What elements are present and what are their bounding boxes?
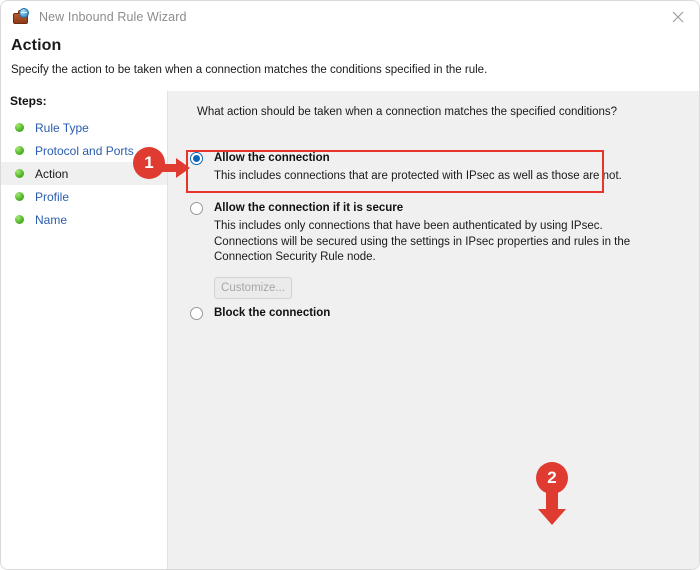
step-bullet-icon — [15, 169, 24, 178]
radio-option-allow-the-connection[interactable]: Allow the connection This includes conne… — [190, 151, 625, 185]
sidebar-item-label: Rule Type — [35, 120, 89, 135]
close-icon[interactable] — [655, 1, 699, 32]
title-bar: New Inbound Rule Wizard — [1, 1, 699, 32]
sidebar-item-profile[interactable]: Profile — [1, 185, 167, 208]
page-header: Action Specify the action to be taken wh… — [1, 32, 699, 91]
firewall-rule-icon — [12, 7, 30, 26]
annotation-badge-1: 1 — [133, 147, 165, 179]
radio-option-label: Allow the connection — [214, 152, 330, 164]
step-bullet-icon — [15, 146, 24, 155]
radio-option-block-the-connection[interactable]: Block the connection — [190, 306, 490, 320]
radio-option-label: Block the connection — [214, 307, 331, 319]
window-title: New Inbound Rule Wizard — [39, 9, 187, 24]
sidebar-item-label: Protocol and Ports — [35, 143, 134, 158]
sidebar-item-label: Name — [35, 212, 68, 227]
page-subtitle: Specify the action to be taken when a co… — [11, 64, 488, 76]
radio-option-allow-the-connection-if-it-is-secure[interactable]: Allow the connection if it is secure Thi… — [190, 201, 650, 299]
radio-option-description: This includes connections that are prote… — [214, 170, 622, 182]
steps-label: Steps: — [10, 94, 47, 108]
page-title: Action — [11, 37, 62, 54]
sidebar-item-name[interactable]: Name — [1, 208, 167, 231]
step-bullet-icon — [15, 215, 24, 224]
new-inbound-rule-wizard-window: New Inbound Rule Wizard Action Specify t… — [0, 0, 700, 570]
radio-block-the-connection[interactable] — [190, 307, 203, 320]
step-bullet-icon — [15, 192, 24, 201]
customize-button: Customize... — [214, 276, 292, 299]
content-panel: What action should be taken when a conne… — [168, 91, 699, 569]
annotation-badge-2: 2 — [536, 462, 568, 494]
radio-option-label: Allow the connection if it is secure — [214, 202, 404, 214]
sidebar-item-rule-type[interactable]: Rule Type — [1, 116, 167, 139]
radio-allow-the-connection-if-it-is-secure[interactable] — [190, 202, 203, 215]
sidebar-item-label: Action — [35, 166, 69, 181]
action-question: What action should be taken when a conne… — [197, 106, 618, 118]
step-bullet-icon — [15, 123, 24, 132]
radio-option-description: This includes only connections that have… — [214, 220, 631, 263]
sidebar-item-label: Profile — [35, 189, 70, 204]
radio-allow-the-connection[interactable] — [190, 152, 203, 165]
